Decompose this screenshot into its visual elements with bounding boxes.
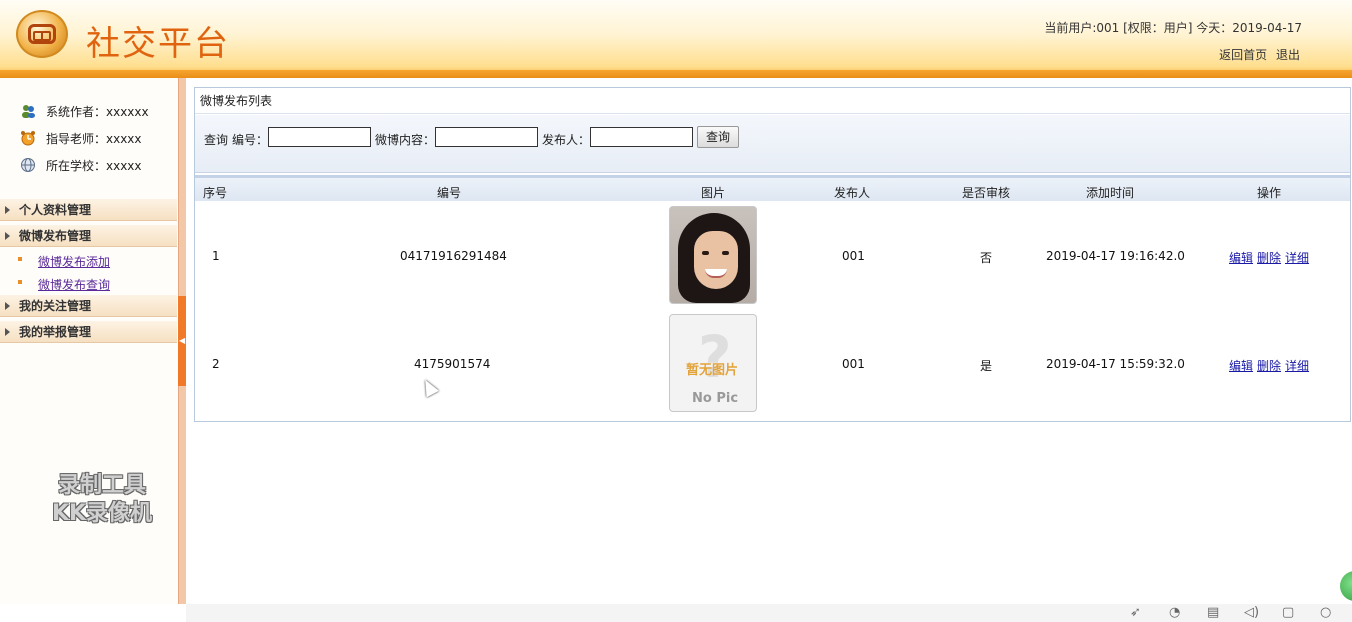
author-info: 系统作者：xxxxxx [20,102,149,120]
edit-link[interactable]: 编辑 [1229,249,1253,266]
row-time: 2019-04-17 19:16:42.0 [1046,249,1185,263]
col-reviewed: 是否审核 [962,186,1011,200]
volume-icon[interactable]: ◁) [1244,605,1259,620]
row-reviewed: 否 [980,251,993,265]
top-links: 返回首页 退出 [1214,46,1300,63]
col-id: 编号 [437,186,462,200]
delete-link[interactable]: 删除 [1257,357,1281,374]
users-icon [20,103,36,119]
logout-link[interactable]: 退出 [1276,48,1300,62]
window-icon[interactable]: ▢ [1282,605,1294,620]
table-row: 1 04171916291484 001 否 2019-04-17 19:16:… [195,203,1350,311]
delete-link[interactable]: 删除 [1257,249,1281,266]
row-id: 04171916291484 [400,249,507,263]
header: 社交平台 当前用户:001 [权限：用户] 今天：2019-04-17 返回首页… [0,0,1352,78]
teacher-info: 指导老师：xxxxx [20,129,142,147]
col-actions: 操作 [1257,186,1282,200]
panel-title: 微博发布列表 [195,88,1350,114]
author-text: 系统作者：xxxxxx [46,104,149,119]
edit-link[interactable]: 编辑 [1229,357,1253,374]
bullet-icon [18,257,22,261]
weibo-image[interactable] [669,206,757,304]
current-user-info: 当前用户:001 [权限：用户] 今天：2019-04-17 [1044,21,1302,35]
row-reviewed: 是 [980,359,993,373]
row-publisher: 001 [842,357,865,371]
search-prefix: 查询 [204,133,229,147]
floating-action-icon[interactable] [1340,571,1352,601]
row-time: 2019-04-17 15:59:32.0 [1046,357,1185,371]
menu-profile[interactable]: 个人资料管理 [0,199,177,221]
search-bar: 查询 编号： 微博内容： 发布人： 查询 [195,115,1350,173]
watermark-line2: KK录像机 [51,501,153,526]
logo-icon [16,10,68,58]
col-time: 添加时间 [1086,186,1135,200]
submenu-weibo-add[interactable]: 微博发布添加 [38,253,110,270]
id-label: 编号： [232,133,269,147]
menu-follow[interactable]: 我的关注管理 [0,295,177,317]
table-row: 2 4175901574 ? 暂无图片 No Pic 001 是 2019-04… [195,311,1350,419]
speed-icon[interactable]: ◔ [1169,605,1180,620]
weibo-list-panel: 微博发布列表 查询 编号： 微博内容： 发布人： 查询 序号 编号 图片 发布人… [194,87,1351,422]
teacher-text: 指导老师：xxxxx [46,131,142,146]
menu-weibo[interactable]: 微博发布管理 [0,225,177,247]
bullet-icon [18,280,22,284]
no-pic-en: No Pic [692,391,739,406]
menu-report[interactable]: 我的举报管理 [0,321,177,343]
row-seq: 2 [212,357,220,371]
row-publisher: 001 [842,249,865,263]
search-icon[interactable]: ○ [1320,605,1331,620]
home-link[interactable]: 返回首页 [1219,48,1267,62]
school-text: 所在学校：xxxxx [46,158,142,173]
school-info: 所在学校：xxxxx [20,156,142,174]
content-label: 微博内容： [375,133,436,147]
col-image: 图片 [701,186,726,200]
site-title: 社交平台 [86,24,230,64]
watermark-line1: 录制工具 [57,473,146,498]
detail-link[interactable]: 详细 [1285,357,1309,374]
globe-icon [20,157,36,173]
question-mark-icon: ? [698,323,732,391]
no-picture-placeholder[interactable]: ? 暂无图片 No Pic [669,314,757,412]
trash-icon[interactable]: ▤ [1207,605,1219,620]
rocket-icon[interactable]: ➶ [1130,605,1141,620]
publisher-label: 发布人： [542,133,591,147]
col-publisher: 发布人 [834,186,871,200]
sidebar-collapse-toggle[interactable]: ◀ [178,296,186,386]
search-button[interactable]: 查询 [697,126,739,148]
submenu-weibo-query[interactable]: 微博发布查询 [38,276,110,293]
content-search-input[interactable] [435,127,538,147]
alarm-clock-icon [20,130,36,146]
header-strip [0,70,1352,78]
row-seq: 1 [212,249,220,263]
col-seq: 序号 [203,186,228,200]
recorder-watermark: 录制工具 KK录像机 [32,472,172,528]
chevron-left-icon: ◀ [179,336,186,345]
table-header: 序号 编号 图片 发布人 是否审核 添加时间 操作 [195,175,1350,201]
id-search-input[interactable] [268,127,371,147]
publisher-search-input[interactable] [590,127,693,147]
row-id: 4175901574 [414,357,491,371]
no-pic-cn: 暂无图片 [686,363,739,378]
detail-link[interactable]: 详细 [1285,249,1309,266]
